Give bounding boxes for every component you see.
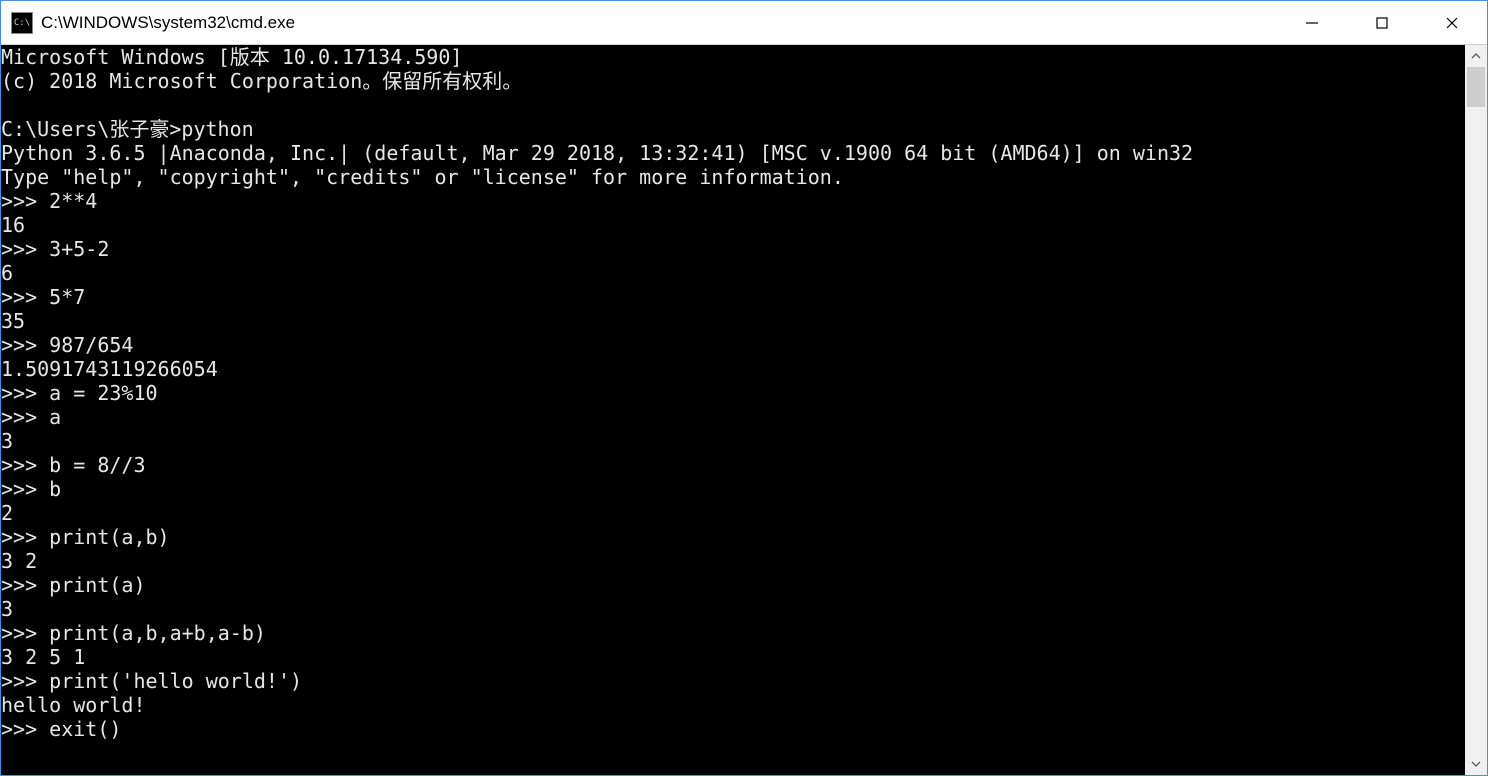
terminal-line: >>> a [1, 405, 1465, 429]
terminal-line: >>> 987/654 [1, 333, 1465, 357]
minimize-icon [1305, 16, 1319, 30]
terminal-line: 6 [1, 261, 1465, 285]
chevron-up-icon [1471, 51, 1481, 61]
terminal-line: >>> b [1, 477, 1465, 501]
terminal-line: >>> 2**4 [1, 189, 1465, 213]
terminal-line: Type "help", "copyright", "credits" or "… [1, 165, 1465, 189]
terminal-line: 1.5091743119266054 [1, 357, 1465, 381]
terminal-line: 35 [1, 309, 1465, 333]
title-bar[interactable]: C:\ C:\WINDOWS\system32\cmd.exe [1, 1, 1487, 45]
terminal-line: hello world! [1, 693, 1465, 717]
terminal-line: >>> print('hello world!') [1, 669, 1465, 693]
close-button[interactable] [1417, 1, 1487, 44]
maximize-button[interactable] [1347, 1, 1417, 44]
window-title: C:\WINDOWS\system32\cmd.exe [41, 13, 1277, 33]
terminal-line: 3 2 5 1 [1, 645, 1465, 669]
terminal-line: Microsoft Windows [版本 10.0.17134.590] [1, 45, 1465, 69]
terminal-line: >>> 3+5-2 [1, 237, 1465, 261]
minimize-button[interactable] [1277, 1, 1347, 44]
maximize-icon [1375, 16, 1389, 30]
terminal-line: >>> print(a,b,a+b,a-b) [1, 621, 1465, 645]
terminal-line: 3 [1, 429, 1465, 453]
terminal-line: 2 [1, 501, 1465, 525]
terminal-output[interactable]: Microsoft Windows [版本 10.0.17134.590](c)… [1, 45, 1465, 775]
scrollbar-up-button[interactable] [1465, 45, 1487, 67]
chevron-down-icon [1471, 759, 1481, 769]
terminal-line: (c) 2018 Microsoft Corporation。保留所有权利。 [1, 69, 1465, 93]
terminal-line: >>> print(a) [1, 573, 1465, 597]
window-controls [1277, 1, 1487, 44]
terminal-container: Microsoft Windows [版本 10.0.17134.590](c)… [1, 45, 1487, 775]
scrollbar-thumb[interactable] [1467, 67, 1485, 107]
terminal-line: >>> b = 8//3 [1, 453, 1465, 477]
app-icon: C:\ [11, 12, 33, 34]
scrollbar-track[interactable] [1465, 67, 1487, 753]
terminal-line: 16 [1, 213, 1465, 237]
scrollbar[interactable] [1465, 45, 1487, 775]
terminal-line: >>> 5*7 [1, 285, 1465, 309]
terminal-line: 3 2 [1, 549, 1465, 573]
terminal-line: >>> exit() [1, 717, 1465, 741]
terminal-line: >>> print(a,b) [1, 525, 1465, 549]
terminal-line [1, 93, 1465, 117]
terminal-line: 3 [1, 597, 1465, 621]
close-icon [1445, 16, 1459, 30]
terminal-line: >>> a = 23%10 [1, 381, 1465, 405]
scrollbar-down-button[interactable] [1465, 753, 1487, 775]
terminal-line: Python 3.6.5 |Anaconda, Inc.| (default, … [1, 141, 1465, 165]
terminal-line: C:\Users\张子豪>python [1, 117, 1465, 141]
